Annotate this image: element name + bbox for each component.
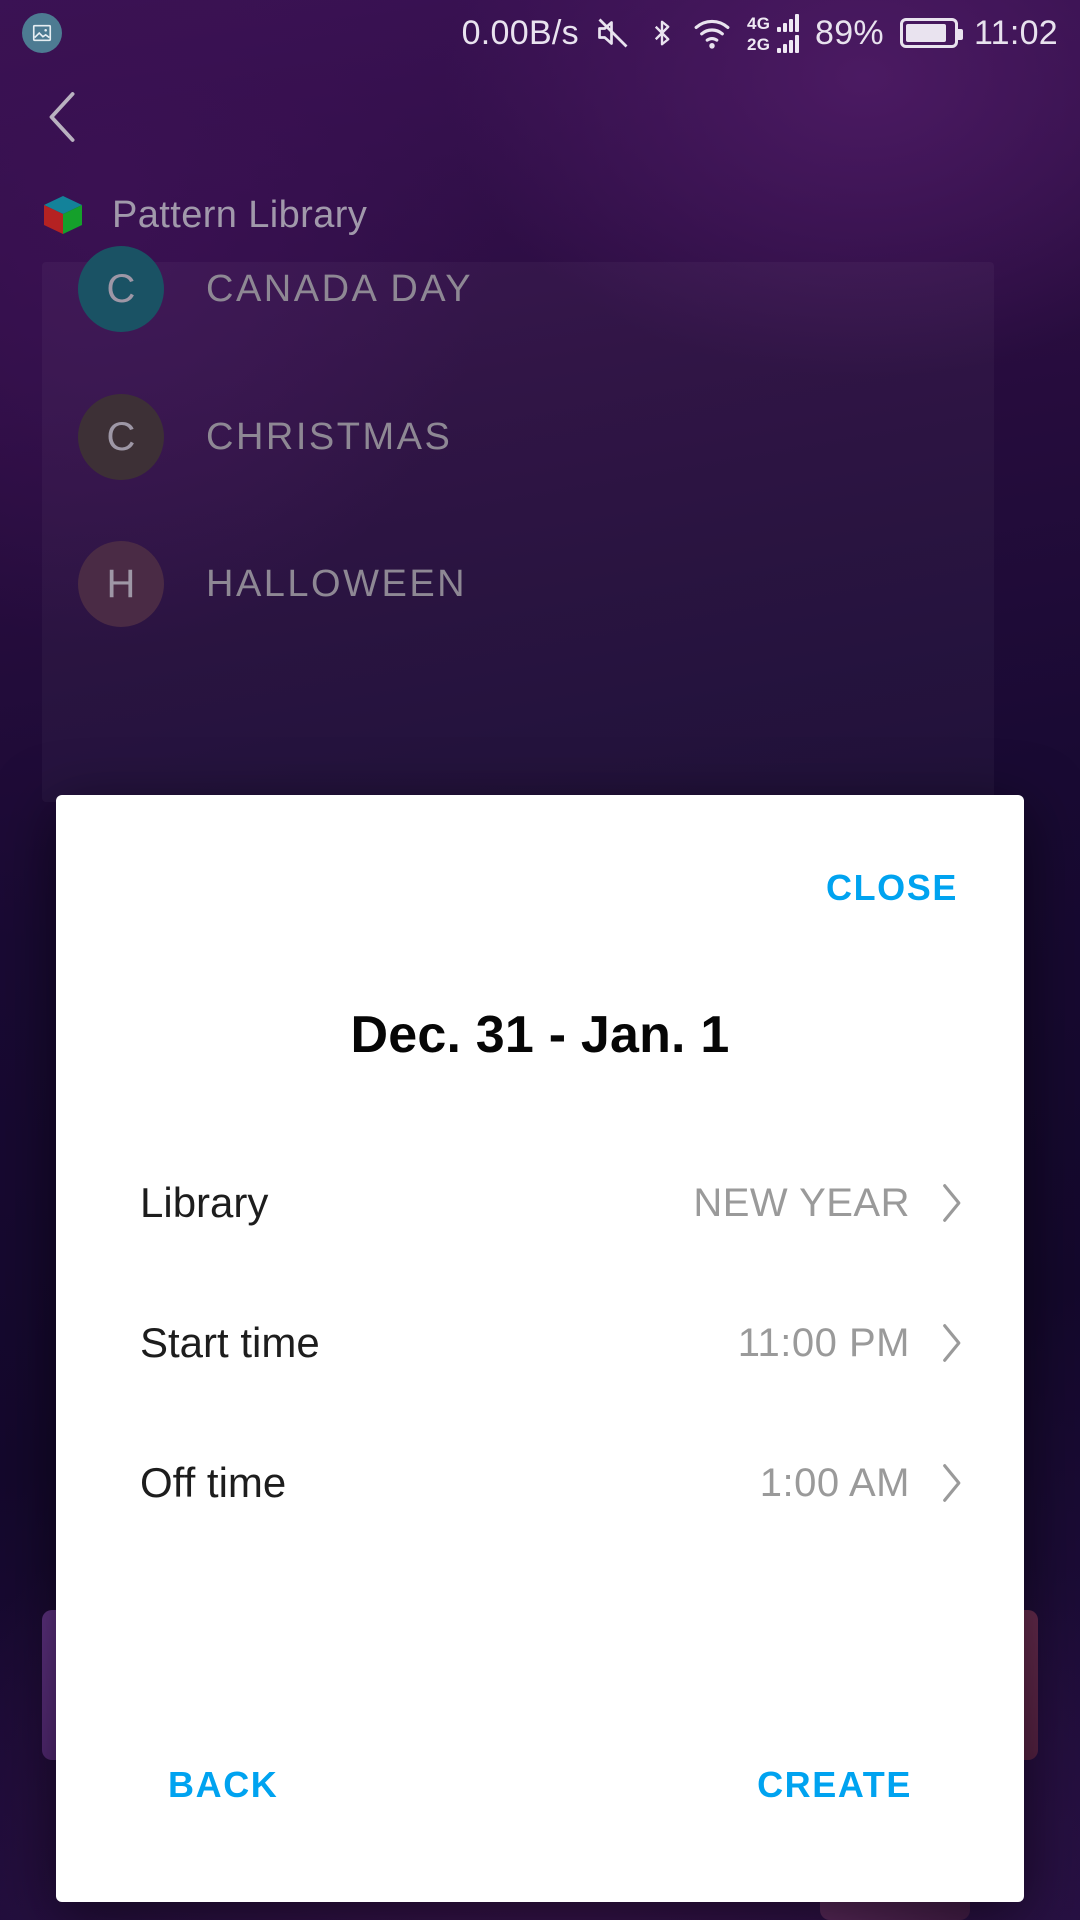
list-item[interactable]: C CHRISTMAS	[78, 394, 452, 480]
sim2-signal: 2G	[746, 34, 799, 54]
back-chevron-icon[interactable]	[28, 82, 98, 152]
sim2-label: 2G	[746, 34, 771, 54]
list-item-label: CHRISTMAS	[206, 415, 453, 458]
row-off-time[interactable]: Off time 1:00 AM	[56, 1413, 1024, 1553]
battery-percent-text: 89%	[814, 13, 884, 52]
row-library-value: NEW YEAR	[693, 1180, 910, 1225]
chevron-right-icon	[938, 1181, 964, 1225]
list-item[interactable]: H HALLOWEEN	[78, 541, 467, 627]
row-start-time[interactable]: Start time 11:00 PM	[56, 1273, 1024, 1413]
sim2-bars	[776, 34, 799, 53]
back-button[interactable]: BACK	[168, 1764, 278, 1806]
sim1-bars	[776, 13, 799, 32]
dual-sim-signal: 4G 2G	[746, 13, 799, 54]
pattern-library-list: C CANADA DAY C CHRISTMAS H HALLOWEEN	[42, 246, 994, 802]
status-bar-right: 0.00B/s 4G 2G 89% 11:02	[461, 13, 1058, 54]
chevron-right-icon	[938, 1461, 964, 1505]
create-button[interactable]: CREATE	[757, 1764, 912, 1806]
app-title-row: Pattern Library	[40, 192, 367, 238]
mute-speaker-icon	[595, 15, 631, 51]
close-button[interactable]: CLOSE	[826, 867, 958, 909]
avatar: H	[78, 541, 164, 627]
row-library[interactable]: Library NEW YEAR	[56, 1133, 1024, 1273]
dialog-rows: Library NEW YEAR Start time 11:00 PM Off…	[56, 1133, 1024, 1553]
wifi-icon	[693, 17, 731, 49]
list-item-label: HALLOWEEN	[206, 562, 468, 605]
list-item[interactable]: C CANADA DAY	[78, 246, 473, 332]
dialog-title: Dec. 31 - Jan. 1	[350, 1006, 730, 1064]
status-bar: 0.00B/s 4G 2G 89% 11:02	[0, 0, 1080, 66]
avatar: C	[78, 246, 164, 332]
row-start-time-value: 11:00 PM	[737, 1320, 910, 1365]
chevron-right-icon	[938, 1321, 964, 1365]
battery-icon	[899, 18, 963, 48]
network-speed-text: 0.00B/s	[461, 13, 579, 52]
sim1-signal: 4G	[746, 13, 799, 33]
bluetooth-icon	[647, 15, 677, 51]
create-pattern-dialog: CLOSE Dec. 31 - Jan. 1 Library NEW YEAR …	[56, 795, 1024, 1902]
avatar: C	[78, 394, 164, 480]
screenshot-image-icon	[22, 13, 62, 53]
row-start-time-label: Start time	[140, 1319, 320, 1366]
rgb-cube-icon	[40, 192, 86, 238]
clock-text: 11:02	[973, 13, 1058, 52]
row-off-time-value: 1:00 AM	[759, 1460, 910, 1505]
list-item-label: CANADA DAY	[206, 267, 474, 310]
page-title: Pattern Library	[112, 193, 368, 236]
row-library-label: Library	[140, 1179, 269, 1226]
dialog-actions: BACK CREATE	[56, 1764, 1024, 1902]
dialog-close-row: CLOSE	[56, 795, 1024, 909]
row-off-time-label: Off time	[140, 1459, 287, 1506]
sim1-label: 4G	[746, 13, 771, 33]
